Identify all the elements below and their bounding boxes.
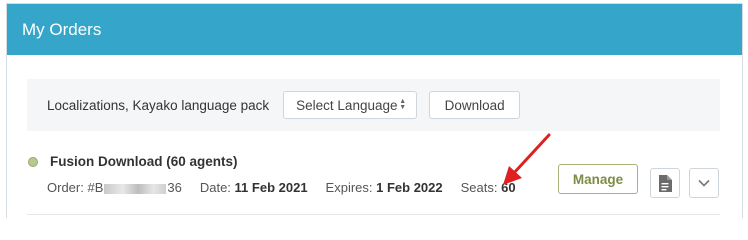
- orders-panel: My Orders Localizations, Kayako language…: [6, 3, 743, 218]
- order-status-dot: [28, 157, 38, 167]
- select-caret-icon: ▲ ▼: [399, 98, 407, 111]
- language-pack-row: Localizations, Kayako language pack Sele…: [27, 79, 720, 131]
- language-select[interactable]: Select Language ▲ ▼: [283, 91, 418, 119]
- order-expires: Expires: 1 Feb 2022: [325, 180, 443, 195]
- language-select-value: Select Language: [296, 97, 398, 113]
- manage-button[interactable]: Manage: [558, 164, 638, 194]
- row-divider: [27, 214, 720, 215]
- panel-title: My Orders: [22, 19, 102, 39]
- order-product-name: Fusion Download (60 agents): [50, 154, 238, 169]
- chevron-down-icon: [698, 179, 710, 187]
- language-pack-label: Localizations, Kayako language pack: [47, 97, 270, 113]
- redacted-order-id: [104, 183, 167, 194]
- order-number: Order: #B 36: [47, 180, 182, 195]
- expand-button[interactable]: [689, 168, 719, 198]
- invoice-button[interactable]: [650, 168, 680, 198]
- annotation-arrow-icon: [503, 133, 551, 185]
- download-button[interactable]: Download: [429, 91, 521, 119]
- order-date: Date: 11 Feb 2021: [199, 180, 308, 195]
- document-icon: [659, 174, 672, 192]
- order-meta: Order: #B 36 Date: 11 Feb 2021 Expires: 1…: [47, 180, 534, 195]
- panel-header: My Orders: [7, 4, 742, 55]
